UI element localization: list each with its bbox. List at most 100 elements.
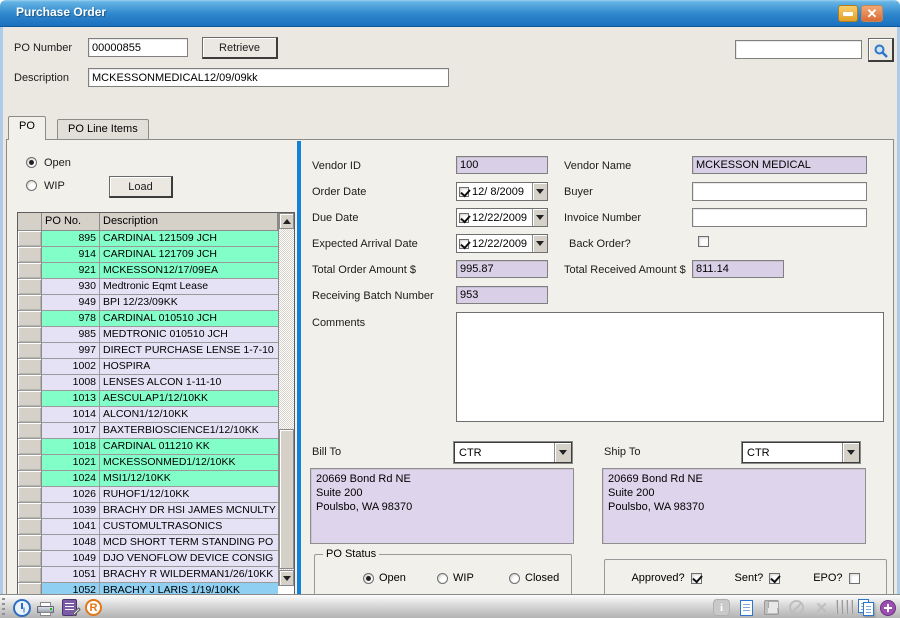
close-button[interactable]: ✕	[861, 5, 883, 22]
table-row[interactable]: 1051 BRACHY R WILDERMAN1/26/10KK	[18, 567, 278, 583]
info-button[interactable]: i	[712, 598, 731, 617]
table-row[interactable]: 1017 BAXTERBIOSCIENCE1/12/10KK	[18, 423, 278, 439]
row-selector[interactable]	[18, 279, 42, 294]
row-selector[interactable]	[18, 503, 42, 518]
copy-button[interactable]	[856, 598, 875, 617]
table-row[interactable]: 1024 MSI1/12/10KK	[18, 471, 278, 487]
back-order-checkbox[interactable]	[698, 236, 709, 247]
row-selector[interactable]	[18, 263, 42, 278]
header-description[interactable]: Description	[100, 213, 278, 230]
load-button[interactable]: Load	[109, 176, 173, 198]
row-selector[interactable]	[18, 311, 42, 326]
bill-to-select[interactable]: CTR	[454, 442, 572, 463]
history-button[interactable]	[12, 598, 31, 617]
row-selector[interactable]	[18, 343, 42, 358]
tab-po-line-items[interactable]: PO Line Items	[57, 119, 149, 140]
order-date-dropdown-button[interactable]	[532, 183, 547, 200]
ship-to-dropdown-button[interactable]	[842, 443, 859, 462]
row-selector[interactable]	[18, 535, 42, 550]
sent-checkbox[interactable]	[769, 573, 780, 584]
row-selector[interactable]	[18, 551, 42, 566]
scroll-up-button[interactable]	[279, 213, 294, 229]
wip-filter-radio[interactable]	[26, 180, 37, 191]
scroll-down-button[interactable]	[279, 570, 294, 586]
row-selector[interactable]	[18, 247, 42, 262]
buyer-input[interactable]	[692, 182, 867, 201]
due-date-dropdown-button[interactable]	[532, 209, 547, 226]
minimize-button[interactable]	[838, 5, 858, 22]
table-row[interactable]: 997 DIRECT PURCHASE LENSE 1-7-10	[18, 343, 278, 359]
table-row[interactable]: 1041 CUSTOMULTRASONICS	[18, 519, 278, 535]
total-order-amount-field[interactable]: 995.87	[456, 260, 548, 278]
expected-arrival-enabled-checkbox[interactable]	[459, 239, 469, 249]
vendor-name-field[interactable]: MCKESSON MEDICAL	[692, 156, 867, 174]
invoice-number-input[interactable]	[692, 208, 867, 227]
row-selector[interactable]	[18, 439, 42, 454]
print-button[interactable]	[36, 598, 55, 617]
table-row[interactable]: 930 Medtronic Eqmt Lease	[18, 279, 278, 295]
edit-report-button[interactable]	[60, 598, 79, 617]
table-row[interactable]: 1048 MCD SHORT TERM STANDING PO	[18, 535, 278, 551]
row-selector[interactable]	[18, 487, 42, 502]
scrollbar-thumb[interactable]	[279, 429, 294, 569]
row-selector[interactable]	[18, 359, 42, 374]
due-date-enabled-checkbox[interactable]	[459, 213, 469, 223]
table-row[interactable]: 1021 MCKESSONMED1/12/10KK	[18, 455, 278, 471]
add-button[interactable]	[878, 598, 897, 617]
tab-po[interactable]: PO	[8, 116, 46, 140]
row-selector[interactable]	[18, 231, 42, 246]
table-row[interactable]: 1026 RUHOF1/12/10KK	[18, 487, 278, 503]
table-row[interactable]: 921 MCKESSON12/17/09EA	[18, 263, 278, 279]
save-button[interactable]	[762, 598, 781, 617]
table-row[interactable]: 1049 DJO VENOFLOW DEVICE CONSIG	[18, 551, 278, 567]
row-selector[interactable]	[18, 423, 42, 438]
vendor-id-field[interactable]: 100	[456, 156, 548, 174]
table-row[interactable]: 1013 AESCULAP1/12/10KK	[18, 391, 278, 407]
retrieve-button[interactable]: Retrieve	[202, 37, 278, 59]
header-po-no[interactable]: PO No.	[42, 213, 100, 230]
comments-textarea[interactable]	[456, 312, 884, 422]
title-bar[interactable]: Purchase Order ✕	[0, 0, 900, 27]
order-date-picker[interactable]: 12/ 8/2009	[456, 182, 548, 201]
ship-to-select[interactable]: CTR	[742, 442, 860, 463]
table-row[interactable]: 1008 LENSES ALCON 1-11-10	[18, 375, 278, 391]
approved-checkbox[interactable]	[691, 573, 702, 584]
table-row[interactable]: 1039 BRACHY DR HSI JAMES MCNULTY	[18, 503, 278, 519]
expected-arrival-date-picker[interactable]: 12/22/2009	[456, 234, 548, 253]
row-selector[interactable]	[18, 567, 42, 582]
new-record-button[interactable]	[737, 598, 756, 617]
row-selector[interactable]	[18, 407, 42, 422]
row-selector[interactable]	[18, 391, 42, 406]
open-filter-radio[interactable]	[26, 157, 37, 168]
row-selector[interactable]	[18, 295, 42, 310]
order-date-enabled-checkbox[interactable]	[459, 187, 469, 197]
row-selector[interactable]	[18, 327, 42, 342]
expected-arrival-dropdown-button[interactable]	[532, 235, 547, 252]
row-selector[interactable]	[18, 455, 42, 470]
table-row[interactable]: 1002 HOSPIRA	[18, 359, 278, 375]
epo-checkbox[interactable]	[849, 573, 860, 584]
po-status-closed-radio[interactable]	[509, 573, 520, 584]
po-status-wip-radio[interactable]	[437, 573, 448, 584]
table-row[interactable]: 914 CARDINAL 121709 JCH	[18, 247, 278, 263]
description-input[interactable]	[88, 68, 449, 87]
table-row[interactable]: 949 BPI 12/23/09KK	[18, 295, 278, 311]
bill-to-dropdown-button[interactable]	[554, 443, 571, 462]
table-row[interactable]: 1014 ALCON1/12/10KK	[18, 407, 278, 423]
total-received-amount-field[interactable]: 811.14	[692, 260, 784, 278]
search-button[interactable]	[868, 38, 894, 62]
po-number-input[interactable]	[88, 38, 188, 57]
table-row[interactable]: 1018 CARDINAL 011210 KK	[18, 439, 278, 455]
delete-button[interactable]: ✕	[812, 598, 831, 617]
po-table-scrollbar[interactable]	[278, 213, 294, 586]
recent-button[interactable]: R	[84, 598, 103, 617]
row-selector[interactable]	[18, 519, 42, 534]
row-selector[interactable]	[18, 471, 42, 486]
table-row[interactable]: 985 MEDTRONIC 010510 JCH	[18, 327, 278, 343]
cancel-button[interactable]	[787, 598, 806, 617]
due-date-picker[interactable]: 12/22/2009	[456, 208, 548, 227]
search-input[interactable]	[735, 40, 862, 59]
receiving-batch-number-field[interactable]: 953	[456, 286, 548, 304]
table-row[interactable]: 895 CARDINAL 121509 JCH	[18, 231, 278, 247]
table-row[interactable]: 978 CARDINAL 010510 JCH	[18, 311, 278, 327]
